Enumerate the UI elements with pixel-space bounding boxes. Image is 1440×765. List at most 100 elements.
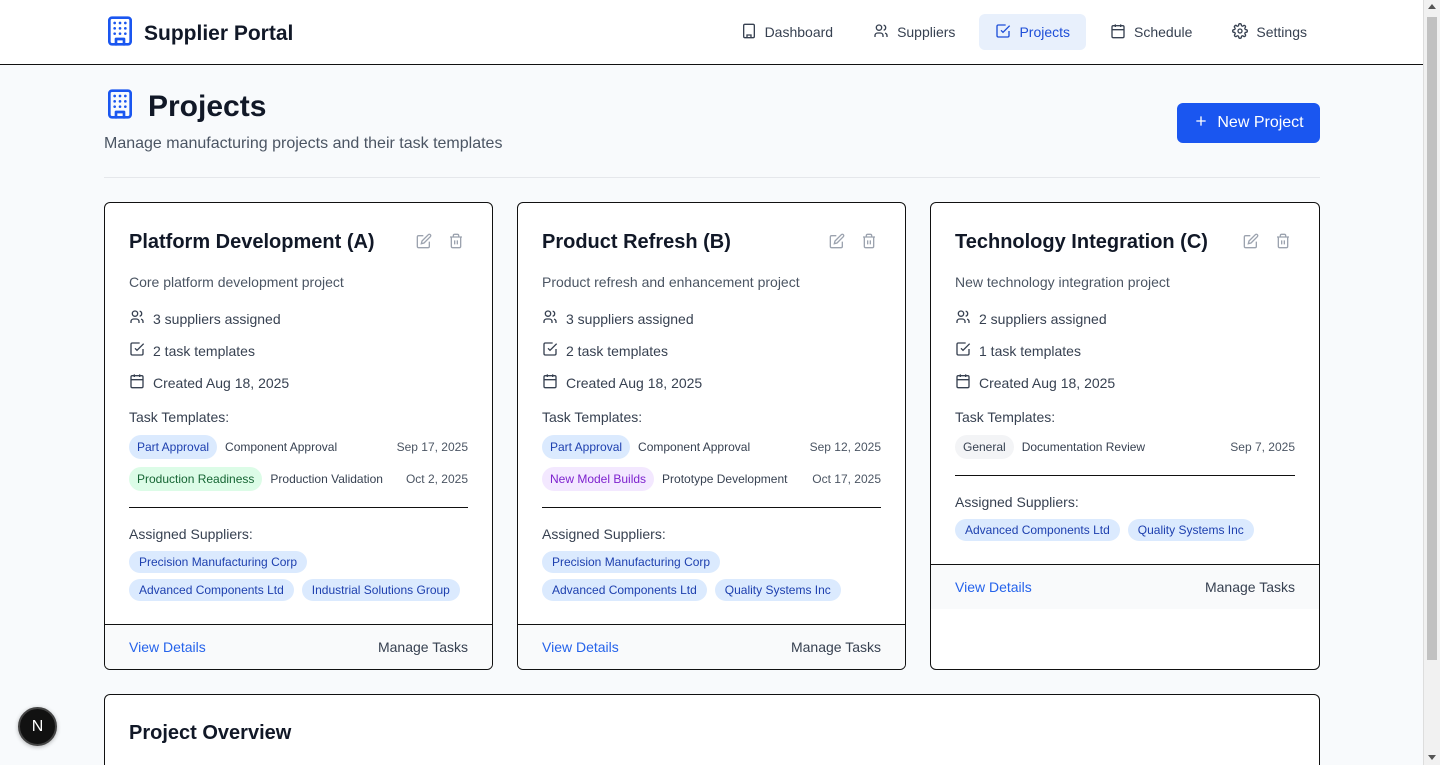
users-icon	[129, 309, 145, 328]
suppliers-count: 2 suppliers assigned	[955, 309, 1107, 328]
templates-count: 1 task templates	[955, 341, 1081, 360]
template-row[interactable]: New Model Builds Prototype Development O…	[542, 467, 881, 491]
suppliers-count-text: 3 suppliers assigned	[566, 310, 694, 327]
view-details-link[interactable]: View Details	[955, 579, 1032, 595]
view-details-link[interactable]: View Details	[542, 639, 619, 655]
nav-label: Settings	[1256, 24, 1307, 40]
created-date-text: Created Aug 18, 2025	[153, 374, 290, 391]
next-dev-badge[interactable]: N	[18, 707, 57, 746]
template-name: Component Approval	[638, 440, 751, 454]
assigned-suppliers-label: Assigned Suppliers:	[542, 526, 666, 542]
trash-icon[interactable]	[861, 233, 877, 254]
manage-tasks-button[interactable]: Manage Tasks	[1205, 579, 1295, 595]
supplier-tag[interactable]: Advanced Components Ltd	[129, 579, 294, 601]
check-square-icon	[542, 341, 558, 360]
overview-title: Project Overview	[129, 722, 292, 744]
supplier-tag[interactable]: Advanced Components Ltd	[542, 579, 707, 601]
template-date: Sep 17, 2025	[396, 440, 468, 454]
task-templates-label: Task Templates:	[129, 409, 230, 425]
users-icon	[873, 23, 889, 42]
section-divider	[129, 507, 468, 508]
nav-item-dashboard[interactable]: Dashboard	[725, 14, 850, 50]
scrollbar-thumb[interactable]	[1427, 17, 1437, 660]
suppliers-count: 3 suppliers assigned	[129, 309, 281, 328]
nav-label: Projects	[1019, 24, 1071, 40]
check-square-icon	[995, 23, 1011, 42]
template-tag: New Model Builds	[542, 467, 655, 491]
section-divider	[542, 507, 881, 508]
supplier-tag[interactable]: Advanced Components Ltd	[955, 519, 1120, 541]
template-row[interactable]: Part Approval Component Approval Sep 17,…	[129, 435, 468, 459]
template-name: Production Validation	[270, 472, 383, 486]
supplier-tag[interactable]: Precision Manufacturing Corp	[542, 551, 721, 573]
task-templates-label: Task Templates:	[955, 409, 1056, 425]
nav-item-suppliers[interactable]: Suppliers	[857, 14, 971, 50]
vertical-scrollbar[interactable]	[1423, 0, 1440, 765]
supplier-tag[interactable]: Quality Systems Inc	[1127, 519, 1254, 541]
building-icon	[104, 15, 136, 52]
template-name: Prototype Development	[662, 472, 788, 486]
header-divider	[104, 177, 1320, 178]
card-footer: View Details Manage Tasks	[931, 564, 1319, 609]
templates-count-text: 1 task templates	[979, 342, 1081, 359]
assigned-suppliers-label: Assigned Suppliers:	[955, 494, 1079, 510]
project-description: Core platform development project	[129, 274, 344, 290]
brand[interactable]: Supplier Portal	[104, 15, 293, 52]
edit-icon[interactable]	[416, 233, 432, 254]
template-name: Documentation Review	[1021, 440, 1146, 454]
card-actions	[829, 233, 877, 254]
nav-label: Suppliers	[897, 24, 956, 40]
supplier-list: Advanced Components Ltd Industrial Solut…	[129, 579, 468, 601]
page-header: Projects	[104, 88, 266, 125]
calendar-icon	[542, 373, 558, 392]
plus-icon	[1193, 113, 1209, 134]
badge-letter: N	[31, 717, 44, 735]
created-date-text: Created Aug 18, 2025	[979, 374, 1116, 391]
new-project-label: New Project	[1217, 114, 1304, 131]
template-tag: Production Readiness	[129, 467, 263, 491]
templates-count-text: 2 task templates	[153, 342, 255, 359]
building-icon	[104, 88, 136, 125]
template-name: Component Approval	[225, 440, 338, 454]
new-project-button[interactable]: New Project	[1177, 103, 1320, 143]
trash-icon[interactable]	[448, 233, 464, 254]
card-actions	[1243, 233, 1291, 254]
scroll-up-arrow-icon[interactable]	[1428, 4, 1436, 9]
supplier-list: Precision Manufacturing Corp	[542, 551, 881, 573]
template-row[interactable]: General Documentation Review Sep 7, 2025	[955, 435, 1295, 459]
project-name: Product Refresh (B)	[542, 231, 731, 253]
scroll-down-arrow-icon[interactable]	[1428, 755, 1436, 760]
suppliers-count-text: 2 suppliers assigned	[979, 310, 1107, 327]
calendar-icon	[955, 373, 971, 392]
edit-icon[interactable]	[1243, 233, 1259, 254]
trash-icon[interactable]	[1275, 233, 1291, 254]
supplier-tag[interactable]: Industrial Solutions Group	[301, 579, 460, 601]
nav-item-projects[interactable]: Projects	[979, 14, 1087, 50]
nav-item-schedule[interactable]: Schedule	[1094, 14, 1208, 50]
project-overview-panel: Project Overview	[104, 694, 1320, 765]
supplier-list: Precision Manufacturing Corp	[129, 551, 468, 573]
check-square-icon	[129, 341, 145, 360]
supplier-list: Advanced Components Ltd Quality Systems …	[542, 579, 881, 601]
manage-tasks-button[interactable]: Manage Tasks	[791, 639, 881, 655]
project-description: New technology integration project	[955, 274, 1170, 290]
nav-item-settings[interactable]: Settings	[1216, 14, 1323, 50]
template-date: Oct 2, 2025	[405, 472, 468, 486]
template-tag: Part Approval	[542, 435, 631, 459]
template-row[interactable]: Production Readiness Production Validati…	[129, 467, 468, 491]
calendar-icon	[129, 373, 145, 392]
edit-icon[interactable]	[829, 233, 845, 254]
supplier-tag[interactable]: Quality Systems Inc	[714, 579, 841, 601]
manage-tasks-button[interactable]: Manage Tasks	[378, 639, 468, 655]
supplier-tag[interactable]: Precision Manufacturing Corp	[129, 551, 308, 573]
templates-count: 2 task templates	[542, 341, 668, 360]
created-date-text: Created Aug 18, 2025	[566, 374, 703, 391]
created-date: Created Aug 18, 2025	[542, 373, 702, 392]
gear-icon	[1232, 22, 1249, 42]
templates-count: 2 task templates	[129, 341, 255, 360]
template-tag: Part Approval	[129, 435, 218, 459]
view-details-link[interactable]: View Details	[129, 639, 206, 655]
template-row[interactable]: Part Approval Component Approval Sep 12,…	[542, 435, 881, 459]
users-icon	[955, 309, 971, 328]
template-date: Sep 12, 2025	[809, 440, 881, 454]
